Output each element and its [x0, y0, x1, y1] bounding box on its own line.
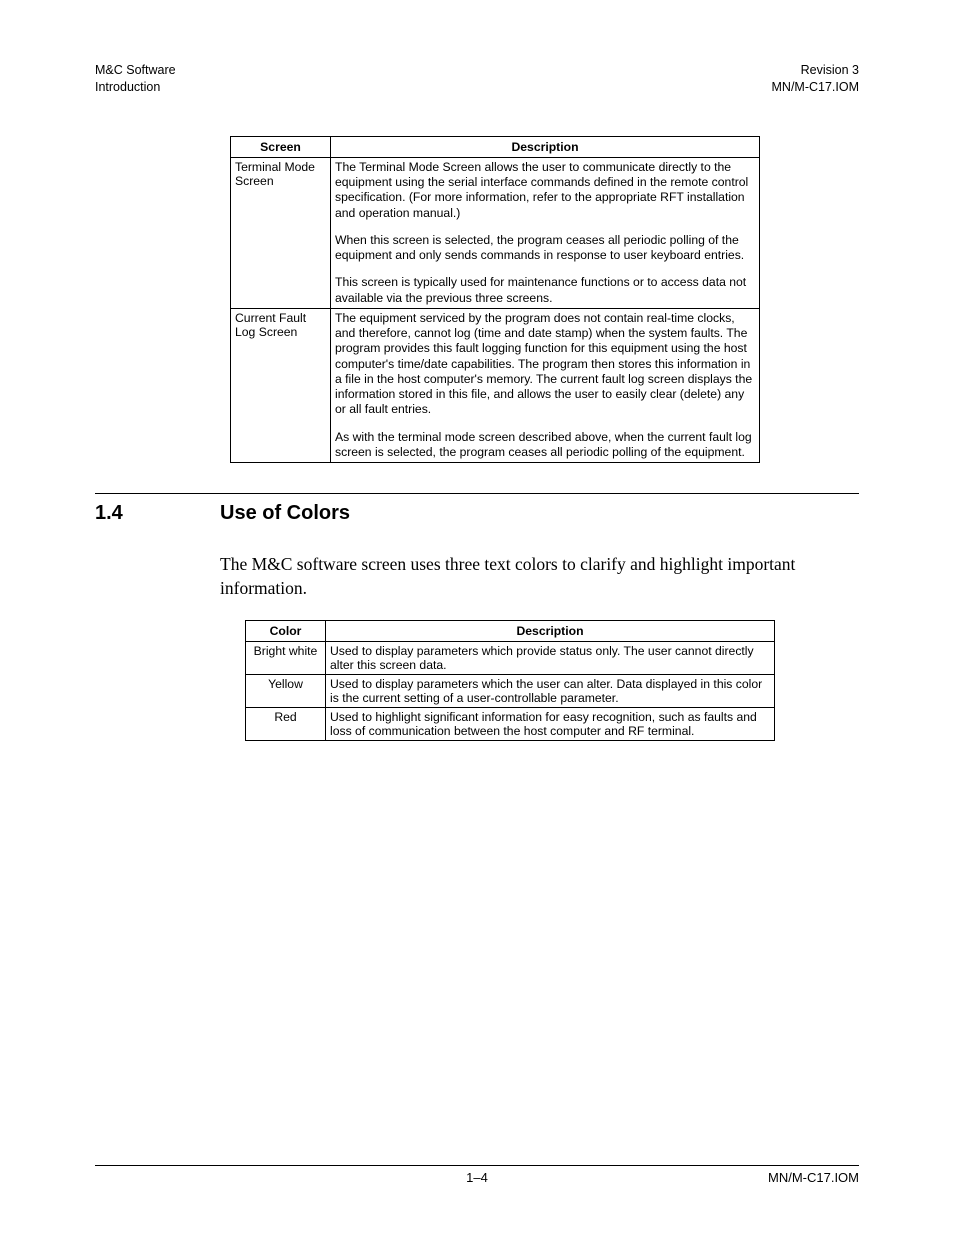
desc-para: This screen is typically used for mainte… [335, 275, 755, 306]
page-header: M&C Software Introduction Revision 3 MN/… [95, 62, 859, 96]
document-page: M&C Software Introduction Revision 3 MN/… [0, 0, 954, 1235]
table-row: Bright white Used to display parameters … [246, 642, 775, 675]
header-left-line1: M&C Software [95, 62, 176, 79]
desc-para: When this screen is selected, the progra… [335, 233, 755, 264]
color-desc-cell: Used to display parameters which the use… [326, 675, 775, 708]
color-name-cell: Yellow [246, 675, 326, 708]
section-heading: 1.4 Use of Colors [95, 502, 859, 525]
col-header-description: Description [326, 621, 775, 642]
table-row: Terminal Mode Screen The Terminal Mode S… [231, 157, 760, 308]
table-header-row: Screen Description [231, 136, 760, 157]
screen-name-cell: Current Fault Log Screen [231, 308, 331, 462]
color-desc-cell: Used to highlight significant informatio… [326, 708, 775, 741]
desc-para: The Terminal Mode Screen allows the user… [335, 160, 755, 221]
color-desc-cell: Used to display parameters which provide… [326, 642, 775, 675]
desc-para: As with the terminal mode screen describ… [335, 430, 755, 461]
screen-desc-cell: The equipment serviced by the program do… [331, 308, 760, 462]
header-left: M&C Software Introduction [95, 62, 176, 96]
col-header-color: Color [246, 621, 326, 642]
col-header-description: Description [331, 136, 760, 157]
page-footer: 1–4 MN/M-C17.IOM [95, 1165, 859, 1185]
colors-table: Color Description Bright white Used to d… [245, 620, 775, 741]
screen-name-cell: Terminal Mode Screen [231, 157, 331, 308]
table-header-row: Color Description [246, 621, 775, 642]
footer-page-number: 1–4 [95, 1170, 859, 1185]
screen-desc-cell: The Terminal Mode Screen allows the user… [331, 157, 760, 308]
table-row: Yellow Used to display parameters which … [246, 675, 775, 708]
table-row: Current Fault Log Screen The equipment s… [231, 308, 760, 462]
header-right-line1: Revision 3 [772, 62, 860, 79]
section-number: 1.4 [95, 502, 220, 525]
section-rule [95, 493, 859, 494]
header-right: Revision 3 MN/M-C17.IOM [772, 62, 860, 96]
screens-table: Screen Description Terminal Mode Screen … [230, 136, 760, 463]
page-content: Screen Description Terminal Mode Screen … [95, 136, 859, 1185]
header-right-line2: MN/M-C17.IOM [772, 79, 860, 96]
header-left-line2: Introduction [95, 79, 176, 96]
color-name-cell: Red [246, 708, 326, 741]
table-row: Red Used to highlight significant inform… [246, 708, 775, 741]
section-title: Use of Colors [220, 502, 859, 525]
col-header-screen: Screen [231, 136, 331, 157]
desc-para: The equipment serviced by the program do… [335, 311, 755, 418]
section-body-para: The M&C software screen uses three text … [220, 553, 859, 600]
color-name-cell: Bright white [246, 642, 326, 675]
